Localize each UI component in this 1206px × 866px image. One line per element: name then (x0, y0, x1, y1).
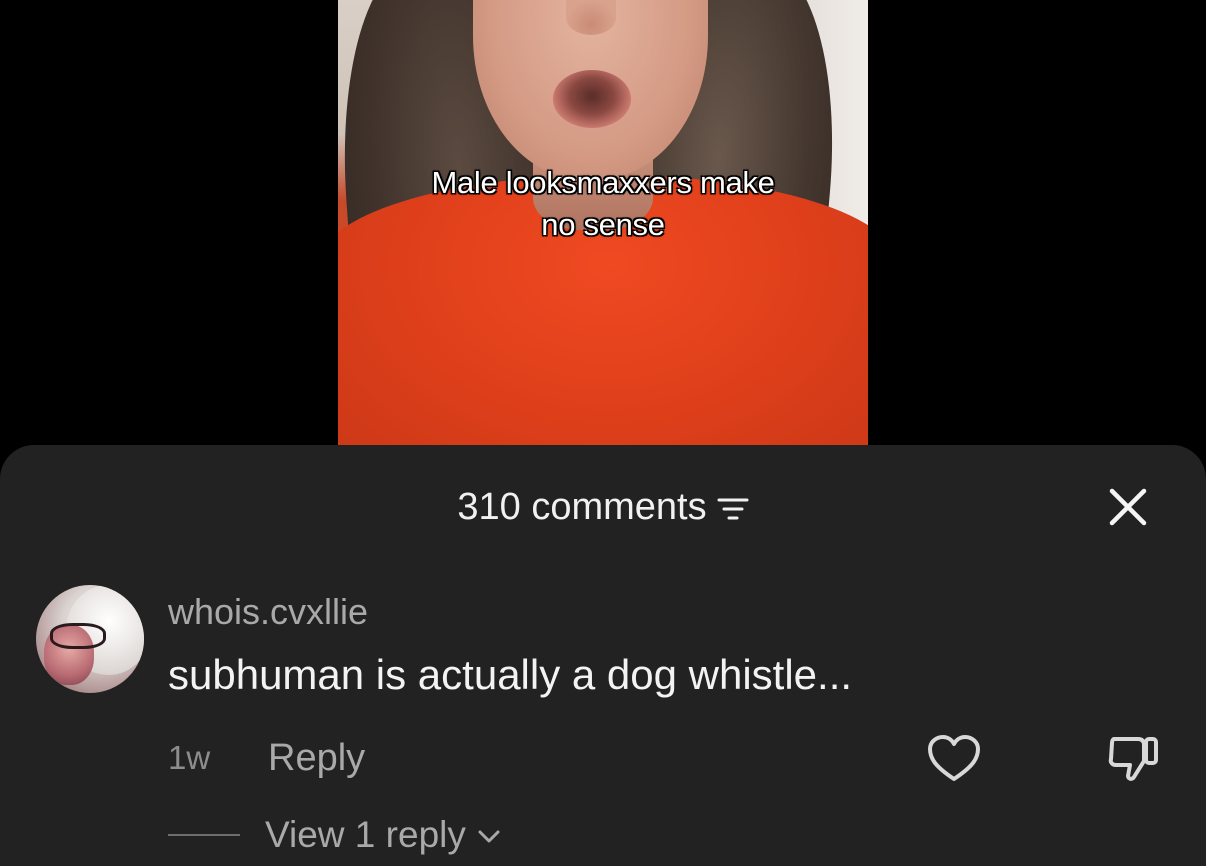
comments-header: 310 comments (0, 485, 1206, 529)
video-mouth (553, 70, 631, 128)
reply-button[interactable]: Reply (268, 737, 365, 780)
comment-count: 310 comments (457, 485, 707, 528)
screen: Male looksmaxxers make no sense 310 comm… (0, 0, 1206, 866)
video-caption: Male looksmaxxers make no sense (338, 162, 868, 246)
comment-timestamp: 1w (168, 739, 211, 776)
comment-username[interactable]: whois.cvxllie (168, 591, 368, 633)
video-nose (566, 0, 616, 35)
avatar-glasses (50, 623, 106, 649)
avatar[interactable] (36, 585, 144, 693)
comment-meta-row: 1w Reply (168, 733, 365, 783)
comment-text: subhuman is actually a dog whistle... (168, 651, 853, 698)
heart-icon[interactable] (926, 733, 982, 785)
video-caption-line-2: no sense (541, 207, 665, 242)
view-replies-label: View 1 reply (265, 814, 466, 855)
replies-divider-line (168, 834, 240, 836)
filter-lines-icon (717, 498, 749, 520)
chevron-down-icon (478, 830, 500, 843)
comments-sheet: 310 comments whois.cvxllie subhuman is a… (0, 445, 1206, 866)
video-preview[interactable]: Male looksmaxxers make no sense (338, 0, 868, 446)
video-caption-line-1: Male looksmaxxers make (431, 165, 775, 200)
comment-item: whois.cvxllie subhuman is actually a dog… (0, 583, 1206, 866)
thumbs-down-icon[interactable] (1104, 733, 1160, 785)
view-replies-button[interactable]: View 1 reply (168, 811, 502, 859)
close-icon[interactable] (1106, 485, 1150, 529)
comment-count-sort-button[interactable]: 310 comments (457, 485, 749, 529)
